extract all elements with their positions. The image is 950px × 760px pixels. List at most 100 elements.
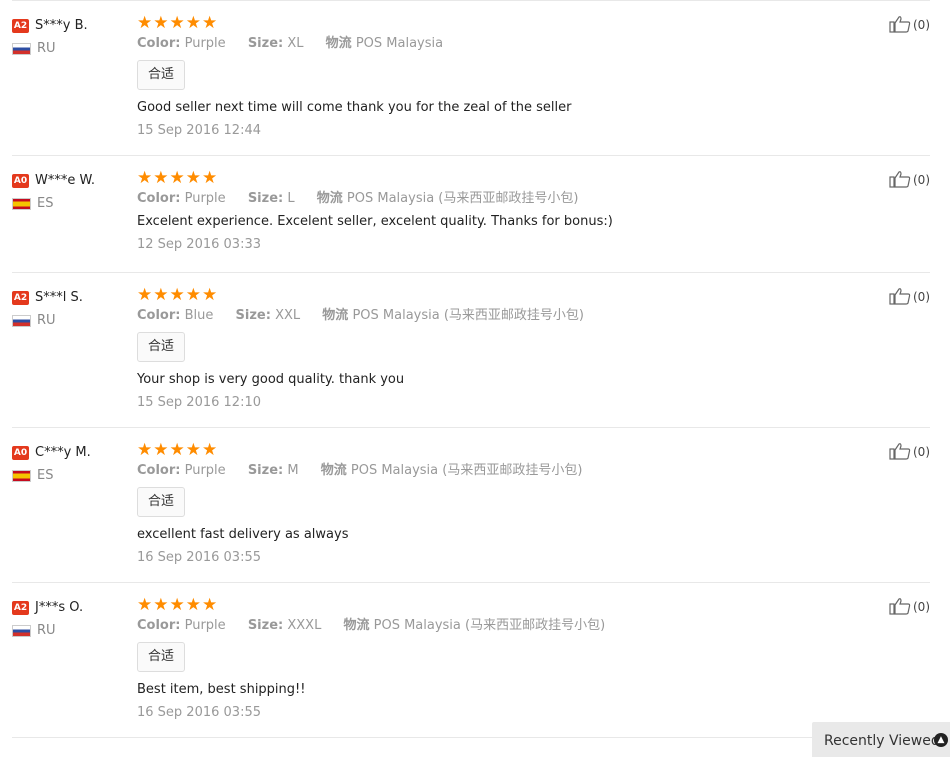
buyer-info: A2 J***s O. RU (12, 597, 132, 638)
review-comment: Your shop is very good quality. thank yo… (137, 372, 405, 387)
size-label: Size: (247, 463, 284, 478)
buyer-country: ES (12, 196, 132, 211)
size-value: M (287, 463, 299, 478)
size-label: Size: (235, 308, 271, 323)
star-rating: ★★★★★ (137, 168, 219, 188)
recently-viewed-button[interactable]: Recently Viewed ▲ (812, 722, 950, 757)
review-comment: Good seller next time will come thank yo… (137, 100, 572, 115)
size-value: XL (287, 36, 304, 51)
color-label: Color: (137, 308, 181, 323)
country-code: ES (37, 196, 54, 211)
buyer-name: S***y B. (35, 18, 88, 33)
color-value: Purple (184, 191, 226, 206)
fit-tag: 合适 (137, 487, 186, 517)
star-rating: ★★★★★ (137, 285, 219, 305)
buyer-country: RU (12, 313, 132, 328)
logistics-label: 物流 (322, 308, 349, 323)
review-item: A2 S***y B. RU ★★★★★ Color: Purple Size: … (12, 1, 930, 156)
feedback-list: A2 S***y B. RU ★★★★★ Color: Purple Size: … (0, 1, 950, 738)
buyer-level-badge: A0 (12, 173, 29, 188)
color-value: Purple (184, 463, 226, 478)
buyer-level-badge: A2 (12, 600, 29, 615)
country-code: ES (37, 468, 54, 483)
helpful-count: (0) (913, 600, 930, 614)
logistics-label: 物流 (316, 191, 343, 206)
size-value: XXL (275, 308, 301, 323)
chevron-up-icon: ▲ (934, 733, 948, 747)
helpful-count: (0) (913, 290, 930, 304)
russia-flag-icon (12, 314, 31, 327)
fit-tag: 合适 (137, 332, 186, 362)
review-content: ★★★★★ Color: Purple Size: M 物流 POS Malay… (137, 440, 880, 568)
color-label: Color: (137, 191, 181, 206)
buyer-name: C***y M. (35, 445, 91, 460)
logistics-value: POS Malaysia (355, 36, 444, 51)
logistics-value: POS Malaysia (马来西亚邮政挂号小包) (373, 618, 606, 633)
helpful-count: (0) (913, 18, 930, 32)
buyer-name: J***s O. (35, 600, 84, 615)
color-label: Color: (137, 36, 181, 51)
buyer-country: ES (12, 468, 132, 483)
size-label: Size: (247, 191, 284, 206)
buyer-country: RU (12, 41, 132, 56)
review-comment: Best item, best shipping!! (137, 682, 306, 697)
logistics-value: POS Malaysia (马来西亚邮政挂号小包) (350, 463, 583, 478)
logistics-value: POS Malaysia (马来西亚邮政挂号小包) (352, 308, 584, 323)
order-attributes: Color: Blue Size: XXL 物流 POS Malaysia (马… (137, 306, 880, 326)
helpful-button[interactable]: (0) (889, 287, 930, 308)
logistics-label: 物流 (320, 463, 347, 478)
size-value: L (287, 191, 295, 206)
review-date: 16 Sep 2016 03:55 (137, 705, 261, 720)
review-date: 15 Sep 2016 12:44 (137, 123, 261, 138)
thumbs-up-icon (889, 597, 911, 618)
color-value: Purple (184, 36, 226, 51)
logistics-label: 物流 (343, 618, 370, 633)
review-item: A0 C***y M. ES ★★★★★ Color: Purple Size: … (12, 428, 930, 583)
review-item: A0 W***e W. ES ★★★★★ Color: Purple Size: … (12, 156, 930, 273)
review-item: A2 S***l S. RU ★★★★★ Color: Blue Size: XX… (12, 273, 930, 428)
logistics-label: 物流 (325, 36, 352, 51)
country-code: RU (37, 313, 56, 328)
russia-flag-icon (12, 42, 31, 55)
order-attributes: Color: Purple Size: M 物流 POS Malaysia (马… (137, 461, 880, 481)
review-item: A2 J***s O. RU ★★★★★ Color: Purple Size: … (12, 583, 930, 738)
color-label: Color: (137, 463, 181, 478)
spain-flag-icon (12, 469, 31, 482)
thumbs-up-icon (889, 170, 911, 191)
color-label: Color: (137, 618, 181, 633)
country-code: RU (37, 41, 56, 56)
helpful-button[interactable]: (0) (889, 15, 930, 36)
thumbs-up-icon (889, 442, 911, 463)
review-content: ★★★★★ Color: Purple Size: XL 物流 POS Mala… (137, 13, 880, 141)
buyer-level-badge: A0 (12, 445, 29, 460)
russia-flag-icon (12, 624, 31, 637)
buyer-name: W***e W. (35, 173, 95, 188)
review-content: ★★★★★ Color: Purple Size: XXXL 物流 POS Ma… (137, 595, 880, 723)
logistics-value: POS Malaysia (马来西亚邮政挂号小包) (346, 191, 579, 206)
order-attributes: Color: Purple Size: XXXL 物流 POS Malaysia… (137, 616, 880, 636)
helpful-button[interactable]: (0) (889, 170, 930, 191)
fit-tag: 合适 (137, 60, 186, 90)
helpful-button[interactable]: (0) (889, 442, 930, 463)
fit-tag: 合适 (137, 642, 186, 672)
review-content: ★★★★★ Color: Blue Size: XXL 物流 POS Malay… (137, 285, 880, 413)
thumbs-up-icon (889, 15, 911, 36)
color-value: Blue (184, 308, 214, 323)
buyer-info: A0 C***y M. ES (12, 442, 132, 483)
size-label: Size: (247, 36, 284, 51)
size-value: XXXL (287, 618, 322, 633)
helpful-button[interactable]: (0) (889, 597, 930, 618)
order-attributes: Color: Purple Size: XL 物流 POS Malaysia (137, 34, 880, 54)
color-value: Purple (184, 618, 226, 633)
spain-flag-icon (12, 197, 31, 210)
buyer-name: S***l S. (35, 290, 83, 305)
buyer-info: A2 S***y B. RU (12, 15, 132, 56)
review-content: ★★★★★ Color: Purple Size: L 物流 POS Malay… (137, 168, 880, 255)
star-rating: ★★★★★ (137, 595, 219, 615)
review-date: 12 Sep 2016 03:33 (137, 237, 261, 252)
helpful-count: (0) (913, 173, 930, 187)
review-date: 15 Sep 2016 12:10 (137, 395, 261, 410)
review-comment: Excelent experience. Excelent seller, ex… (137, 214, 613, 229)
recently-viewed-label: Recently Viewed (824, 733, 940, 749)
buyer-country: RU (12, 623, 132, 638)
